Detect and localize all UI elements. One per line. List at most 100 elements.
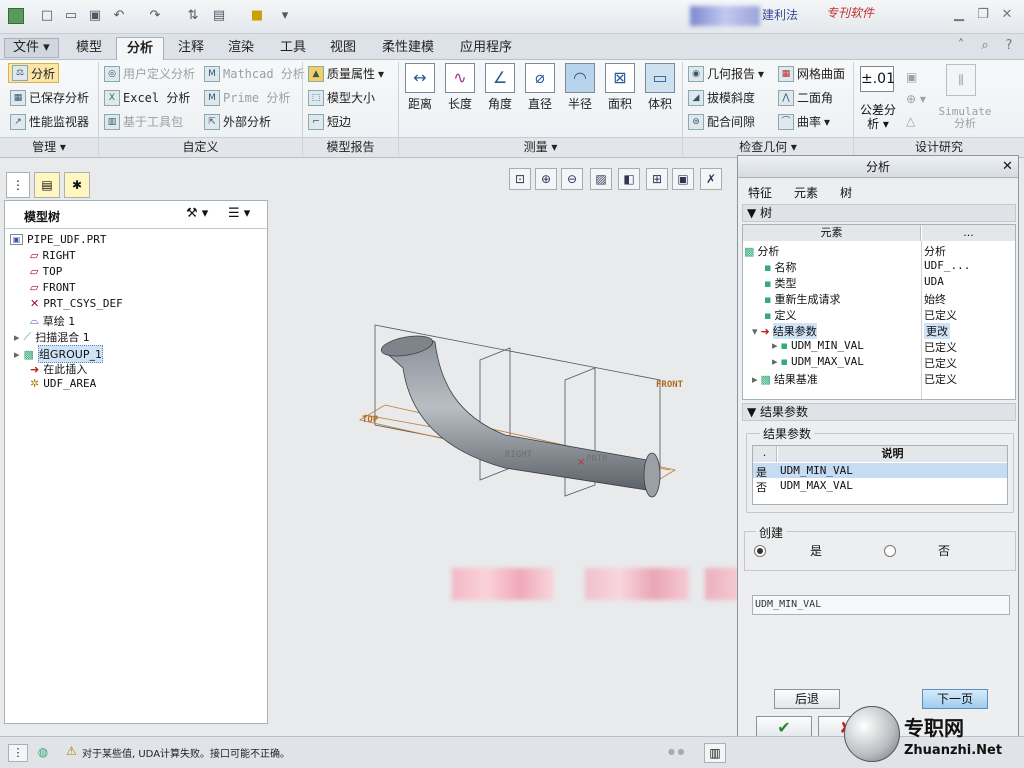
new-file-icon[interactable]: □ bbox=[38, 7, 56, 25]
navigator-toggle-icon[interactable]: ⋮ bbox=[8, 744, 28, 762]
parameter-name-input[interactable]: UDM_MIN_VAL bbox=[752, 595, 1010, 615]
prime-analysis-button[interactable]: M Prime 分析 bbox=[204, 89, 290, 106]
selection-filter-icon[interactable]: ▥ bbox=[704, 743, 726, 763]
group-model-report[interactable]: 模型报告 bbox=[303, 137, 398, 157]
measure-angle-button[interactable]: ∠ 角度 bbox=[480, 63, 520, 112]
search-icon[interactable]: ⌕ bbox=[974, 37, 996, 55]
measure-radius-button[interactable]: ◠ 半径 bbox=[560, 63, 600, 112]
close-icon[interactable]: ✕ bbox=[996, 6, 1018, 24]
group-design-study[interactable]: 设计研究 bbox=[854, 137, 1024, 157]
toolkit-analysis-button[interactable]: ▥ 基于工具包 bbox=[104, 113, 183, 130]
tree-item-insert-here[interactable]: ➜ 在此插入 bbox=[30, 361, 87, 377]
tree-item-part[interactable]: ▣ PIPE_UDF.PRT bbox=[10, 233, 106, 246]
windows-icon[interactable]: ▤ bbox=[210, 7, 228, 25]
performance-monitor-button[interactable]: ↗ 性能监视器 bbox=[10, 113, 89, 130]
group-measure[interactable]: 测量 ▾ bbox=[399, 137, 682, 157]
tree-row-udm-max[interactable]: ▸ ▪ UDM_MAX_VAL bbox=[772, 355, 864, 368]
tree-columns-icon[interactable]: ☰ ▾ bbox=[228, 206, 250, 221]
tree-item-right[interactable]: ▱ RIGHT bbox=[30, 249, 76, 262]
measure-length-button[interactable]: ∿ 长度 bbox=[440, 63, 480, 112]
dihedral-button[interactable]: ⋀ 二面角 bbox=[778, 89, 833, 106]
tab-annotate[interactable]: 注释 bbox=[168, 37, 214, 60]
clearance-button[interactable]: ⊜ 配合间隙 bbox=[688, 113, 755, 130]
redo-icon[interactable]: ↷ bbox=[146, 7, 164, 25]
curvature-button[interactable]: ⌒ 曲率 ▾ bbox=[778, 113, 830, 130]
mass-properties-button[interactable]: ▲ 质量属性 ▾ bbox=[308, 65, 384, 82]
minimize-icon[interactable]: ▁ bbox=[948, 6, 970, 24]
model-tree-tab-icon[interactable]: ⋮ bbox=[6, 172, 30, 198]
tree-settings-icon[interactable]: ⚒ ▾ bbox=[186, 206, 208, 221]
tab-analysis[interactable]: 分析 bbox=[116, 37, 165, 60]
tab-view[interactable]: 视图 bbox=[320, 37, 366, 60]
mesh-surface-button[interactable]: ▦ 网格曲面 bbox=[778, 65, 845, 82]
expand-icon[interactable]: ▸ bbox=[772, 355, 778, 368]
tree-row-result-params[interactable]: ▾ ➜ 结果参数 bbox=[752, 323, 817, 339]
analysis-button[interactable]: ⚖ 分析 bbox=[8, 63, 60, 83]
regenerate-icon[interactable]: ⇅ bbox=[184, 7, 202, 25]
save-icon[interactable]: ▣ bbox=[86, 7, 104, 25]
tab-tools[interactable]: 工具 bbox=[270, 37, 316, 60]
column-header-element[interactable]: 元素 bbox=[743, 225, 921, 241]
tree-row-analysis[interactable]: ▩ 分析 bbox=[744, 243, 779, 259]
geometry-report-button[interactable]: ◉ 几何报告 ▾ bbox=[688, 65, 764, 82]
collapse-icon[interactable]: ▾ bbox=[752, 325, 758, 338]
tree-item-front[interactable]: ▱ FRONT bbox=[30, 281, 76, 294]
tree-item-swept-blend[interactable]: ▸ ⟋ 扫描混合 1 bbox=[14, 329, 90, 345]
pipe-body[interactable] bbox=[382, 338, 648, 491]
tree-row-definition[interactable]: ▪ 定义 bbox=[764, 307, 796, 323]
expand-icon[interactable]: ▸ bbox=[752, 373, 758, 386]
tab-render[interactable]: 渲染 bbox=[218, 37, 264, 60]
dialog-tab-element[interactable]: 元素 bbox=[794, 184, 818, 201]
excel-analysis-button[interactable]: X Excel 分析 bbox=[104, 89, 190, 106]
tree-item-udf-area[interactable]: ✲ UDF_AREA bbox=[30, 377, 96, 390]
display-style-icon[interactable]: ◧ bbox=[618, 168, 640, 190]
column-header-flag[interactable]: . bbox=[753, 446, 777, 462]
measure-diameter-button[interactable]: ⌀ 直径 bbox=[520, 63, 560, 112]
measure-area-button[interactable]: ⊠ 面积 bbox=[600, 63, 640, 112]
user-defined-analysis-button[interactable]: ◎ 用户定义分析 bbox=[104, 65, 195, 82]
expand-icon[interactable]: ▸ bbox=[14, 331, 20, 344]
folder-browser-tab-icon[interactable]: ▤ bbox=[34, 172, 60, 198]
tree-item-sketch[interactable]: ⌓ 草绘 1 bbox=[30, 313, 75, 329]
draft-button[interactable]: ◢ 拔模斜度 bbox=[688, 89, 755, 106]
tab-model[interactable]: 模型 bbox=[66, 37, 112, 60]
model-size-button[interactable]: ⬚ 模型大小 bbox=[308, 89, 375, 106]
radio-yes[interactable] bbox=[754, 545, 766, 557]
dialog-close-icon[interactable]: ✕ bbox=[1002, 159, 1013, 174]
result-row-desc[interactable]: UDM_MAX_VAL bbox=[780, 479, 853, 492]
model-viewport[interactable]: × FRONT TOP RIGHT PNT0 bbox=[355, 320, 685, 500]
tree-row-udm-min[interactable]: ▸ ▪ UDM_MIN_VAL bbox=[772, 339, 864, 352]
datum-display-icon[interactable]: ✗ bbox=[700, 168, 722, 190]
browser-toggle-icon[interactable]: ◍ bbox=[33, 744, 53, 762]
dialog-tab-feature[interactable]: 特征 bbox=[748, 184, 772, 201]
tree-row-name[interactable]: ▪ 名称 bbox=[764, 259, 796, 275]
back-button[interactable]: 后退 bbox=[774, 689, 840, 709]
tree-section-header[interactable]: ▼ 树 bbox=[742, 204, 1016, 222]
radio-no[interactable] bbox=[884, 545, 896, 557]
group-inspect-geometry[interactable]: 检查几何 ▾ bbox=[683, 137, 853, 157]
column-header-dots[interactable]: ... bbox=[922, 225, 1015, 241]
favorites-tab-icon[interactable]: ✱ bbox=[64, 172, 90, 198]
saved-analysis-button[interactable]: ▦ 已保存分析 bbox=[10, 89, 89, 106]
tab-flexible-modeling[interactable]: 柔性建模 bbox=[372, 37, 444, 60]
short-edge-button[interactable]: ⌐ 短边 bbox=[308, 113, 351, 130]
simulate-analysis-button[interactable]: Simulate 分析 bbox=[938, 106, 992, 130]
column-header-description[interactable]: 说明 bbox=[778, 446, 1007, 462]
tree-row-regen-request[interactable]: ▪ 重新生成请求 bbox=[764, 291, 840, 307]
tolerance-analysis-button[interactable]: 公差分析 ▾ bbox=[858, 103, 898, 131]
external-analysis-button[interactable]: ⇱ 外部分析 bbox=[204, 113, 271, 130]
group-custom[interactable]: 自定义 bbox=[99, 137, 302, 157]
repaint-icon[interactable]: ▨ bbox=[590, 168, 612, 190]
zoom-out-icon[interactable]: ⊖ bbox=[561, 168, 583, 190]
dialog-tab-tree[interactable]: 树 bbox=[840, 184, 852, 201]
tab-file[interactable]: 文件 ▾ bbox=[4, 38, 59, 58]
view-manager-icon[interactable]: ▣ bbox=[672, 168, 694, 190]
expand-icon[interactable]: ▸ bbox=[772, 339, 778, 352]
expand-icon[interactable]: ▸ bbox=[14, 348, 20, 361]
tab-applications[interactable]: 应用程序 bbox=[450, 37, 522, 60]
tree-item-top[interactable]: ▱ TOP bbox=[30, 265, 62, 278]
undo-icon[interactable]: ↶ bbox=[110, 7, 128, 25]
result-row-flag[interactable]: 否 bbox=[756, 479, 767, 495]
restore-icon[interactable]: ❐ bbox=[972, 6, 994, 24]
close-window-icon[interactable]: ■ bbox=[248, 7, 266, 25]
